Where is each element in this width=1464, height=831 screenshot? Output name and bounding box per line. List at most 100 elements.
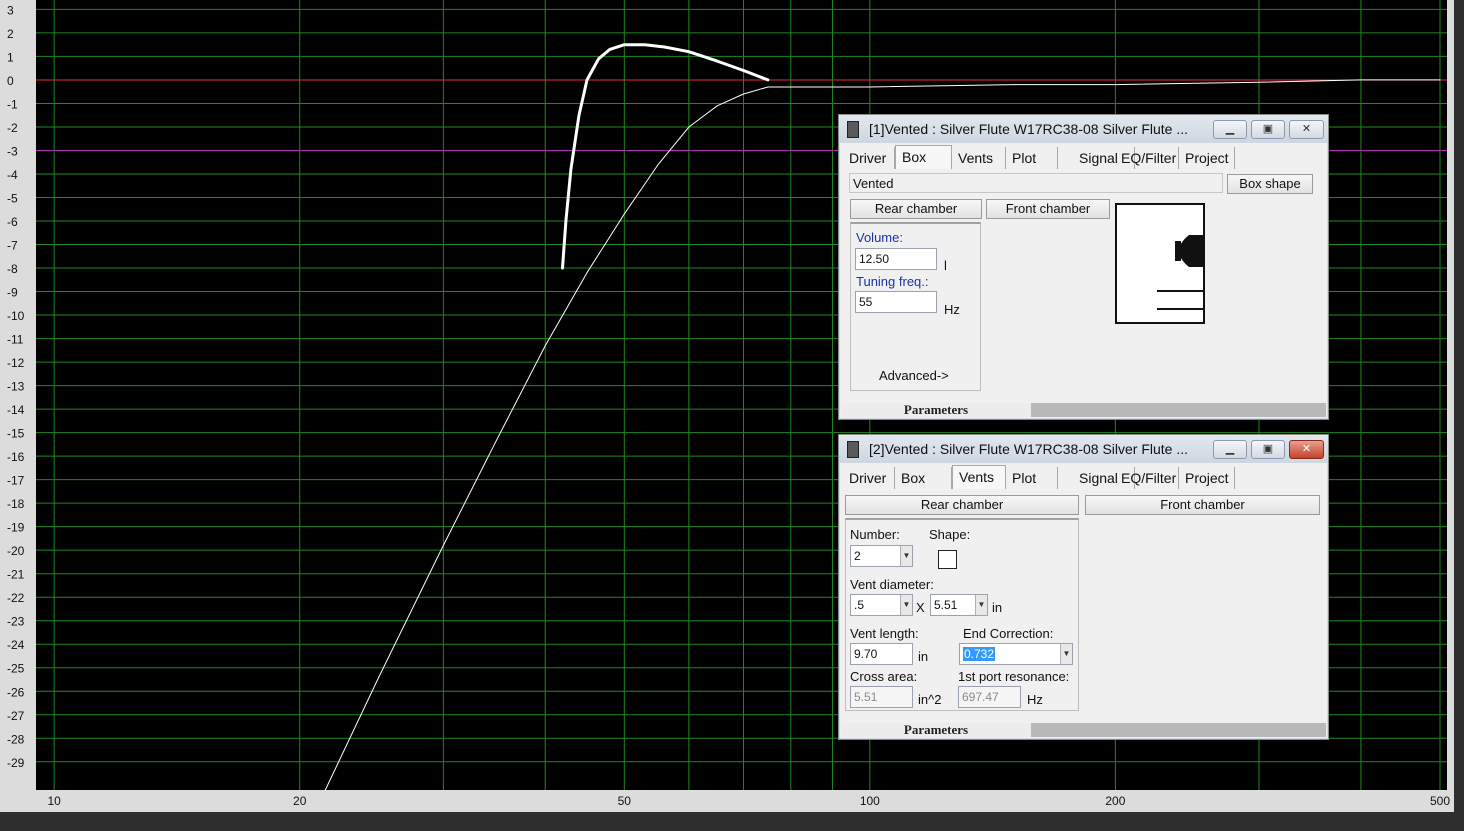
box-window-bottom-tabs: Parameters: [841, 403, 1326, 417]
minimize-icon[interactable]: ▁: [1213, 120, 1247, 139]
end-correction-select[interactable]: 0.732 ▼: [959, 643, 1073, 665]
volume-input[interactable]: 12.50: [855, 248, 937, 270]
vents-window: [2]Vented : Silver Flute W17RC38-08 Silv…: [838, 434, 1329, 740]
y-tick-label: 3: [7, 3, 14, 17]
y-tick-label: -24: [7, 638, 25, 652]
vent-length-input[interactable]: 9.70: [850, 643, 913, 665]
port-resonance-label: 1st port resonance:: [958, 669, 1070, 684]
tab-plot[interactable]: Plot: [1006, 147, 1058, 169]
chevron-down-icon[interactable]: ▼: [975, 595, 987, 615]
chevron-down-icon[interactable]: ▼: [900, 546, 912, 566]
port-resonance-value: 697.47: [958, 686, 1021, 708]
vent-diameter-label: Vent diameter:: [850, 577, 934, 592]
cross-area-unit: in^2: [918, 692, 942, 707]
number-label: Number:: [850, 527, 900, 542]
vent-length-label: Vent length:: [850, 626, 919, 641]
y-tick-label: -18: [7, 497, 25, 511]
right-edge: [1454, 0, 1464, 831]
x-tick-label: 500: [1430, 794, 1450, 808]
y-tick-label: -28: [7, 732, 25, 746]
tab-box[interactable]: Box: [895, 145, 952, 169]
volume-label: Volume:: [856, 230, 903, 245]
end-correction-value: 0.732: [963, 647, 996, 661]
x-tick-label: 100: [860, 794, 880, 808]
y-tick-label: -3: [7, 144, 18, 158]
y-tick-label: -14: [7, 403, 25, 417]
shape-square-icon[interactable]: [938, 550, 957, 569]
tab-project[interactable]: Project: [1179, 467, 1235, 489]
minimize-icon[interactable]: ▁: [1213, 440, 1247, 459]
y-tick-label: -6: [7, 215, 18, 229]
times-symbol: X: [916, 600, 925, 615]
chevron-down-icon[interactable]: ▼: [900, 595, 912, 615]
speaker-icon: [1157, 235, 1203, 310]
y-tick-label: -13: [7, 380, 25, 394]
tab-driver[interactable]: Driver: [843, 467, 895, 489]
maximize-icon[interactable]: ▣: [1251, 120, 1285, 139]
volume-unit: l: [944, 258, 947, 273]
y-tick-label: -4: [7, 168, 18, 182]
vent-diameter2-select[interactable]: 5.51 ▼: [930, 594, 988, 616]
tuning-freq-input[interactable]: 55: [855, 291, 937, 313]
vents-window-titlebar[interactable]: [2]Vented : Silver Flute W17RC38-08 Silv…: [839, 435, 1328, 463]
tab-eq-filter[interactable]: EQ/Filter: [1115, 467, 1179, 489]
x-tick-label: 200: [1105, 794, 1125, 808]
app-icon: [847, 441, 859, 458]
vent-diameter-unit: in: [992, 600, 1003, 615]
app-icon: [847, 121, 859, 138]
y-tick-label: -27: [7, 709, 25, 723]
bottom-edge: [0, 812, 1464, 831]
y-tick-label: -22: [7, 591, 25, 605]
number-value: 2: [854, 549, 861, 563]
x-tick-label: 50: [618, 794, 632, 808]
tab-project[interactable]: Project: [1179, 147, 1235, 169]
port-resonance-unit: Hz: [1027, 692, 1043, 707]
y-tick-label: -20: [7, 544, 25, 558]
x-tick-label: 10: [47, 794, 61, 808]
front-chamber-button[interactable]: Front chamber: [986, 199, 1110, 219]
close-icon[interactable]: ✕: [1289, 440, 1324, 459]
tuning-freq-label: Tuning freq.:: [856, 274, 929, 289]
y-tick-label: -8: [7, 262, 18, 276]
x-tick-label: 20: [293, 794, 307, 808]
vent-diameter-value: .5: [854, 598, 865, 612]
tab-driver[interactable]: Driver: [843, 147, 895, 169]
vent-diameter-select[interactable]: .5 ▼: [850, 594, 913, 616]
number-select[interactable]: 2 ▼: [850, 545, 913, 567]
y-tick-label: -16: [7, 450, 25, 464]
y-tick-label: -7: [7, 239, 18, 253]
y-tick-label: -9: [7, 286, 18, 300]
box-shape-button[interactable]: Box shape: [1227, 174, 1313, 194]
parameters-tab[interactable]: Parameters: [841, 723, 1031, 737]
y-tick-label: -21: [7, 568, 25, 582]
y-tick-label: -26: [7, 685, 25, 699]
box-window-titlebar[interactable]: [1]Vented : Silver Flute W17RC38-08 Silv…: [839, 115, 1328, 143]
tab-vents[interactable]: Vents: [952, 147, 1006, 169]
y-tick-label: -17: [7, 474, 25, 488]
cross-area-label: Cross area:: [850, 669, 918, 684]
box-window-title: [1]Vented : Silver Flute W17RC38-08 Silv…: [869, 121, 1189, 137]
close-icon[interactable]: ✕: [1289, 120, 1324, 139]
advanced-link[interactable]: Advanced->: [879, 368, 949, 383]
maximize-icon[interactable]: ▣: [1251, 440, 1285, 459]
y-tick-label: -29: [7, 756, 25, 770]
tab-vents[interactable]: Vents: [952, 465, 1006, 489]
tab-eq-filter[interactable]: EQ/Filter: [1115, 147, 1179, 169]
tab-box[interactable]: Box: [895, 467, 952, 489]
front-chamber-button[interactable]: Front chamber: [1085, 495, 1320, 515]
y-tick-label: -5: [7, 192, 18, 206]
y-tick-label: -15: [7, 427, 25, 441]
cross-area-value: 5.51: [850, 686, 913, 708]
parameters-tab[interactable]: Parameters: [841, 403, 1031, 417]
chevron-down-icon[interactable]: ▼: [1060, 644, 1072, 664]
rear-chamber-button[interactable]: Rear chamber: [845, 495, 1079, 515]
box-window: [1]Vented : Silver Flute W17RC38-08 Silv…: [838, 114, 1329, 420]
y-tick-label: -1: [7, 97, 18, 111]
y-tick-label: -25: [7, 662, 25, 676]
tuning-freq-unit: Hz: [944, 302, 960, 317]
y-tick-label: -23: [7, 615, 25, 629]
y-tick-label: 1: [7, 50, 14, 64]
tab-plot[interactable]: Plot: [1006, 467, 1058, 489]
rear-chamber-button[interactable]: Rear chamber: [850, 199, 982, 219]
vent-length-unit: in: [918, 649, 929, 664]
